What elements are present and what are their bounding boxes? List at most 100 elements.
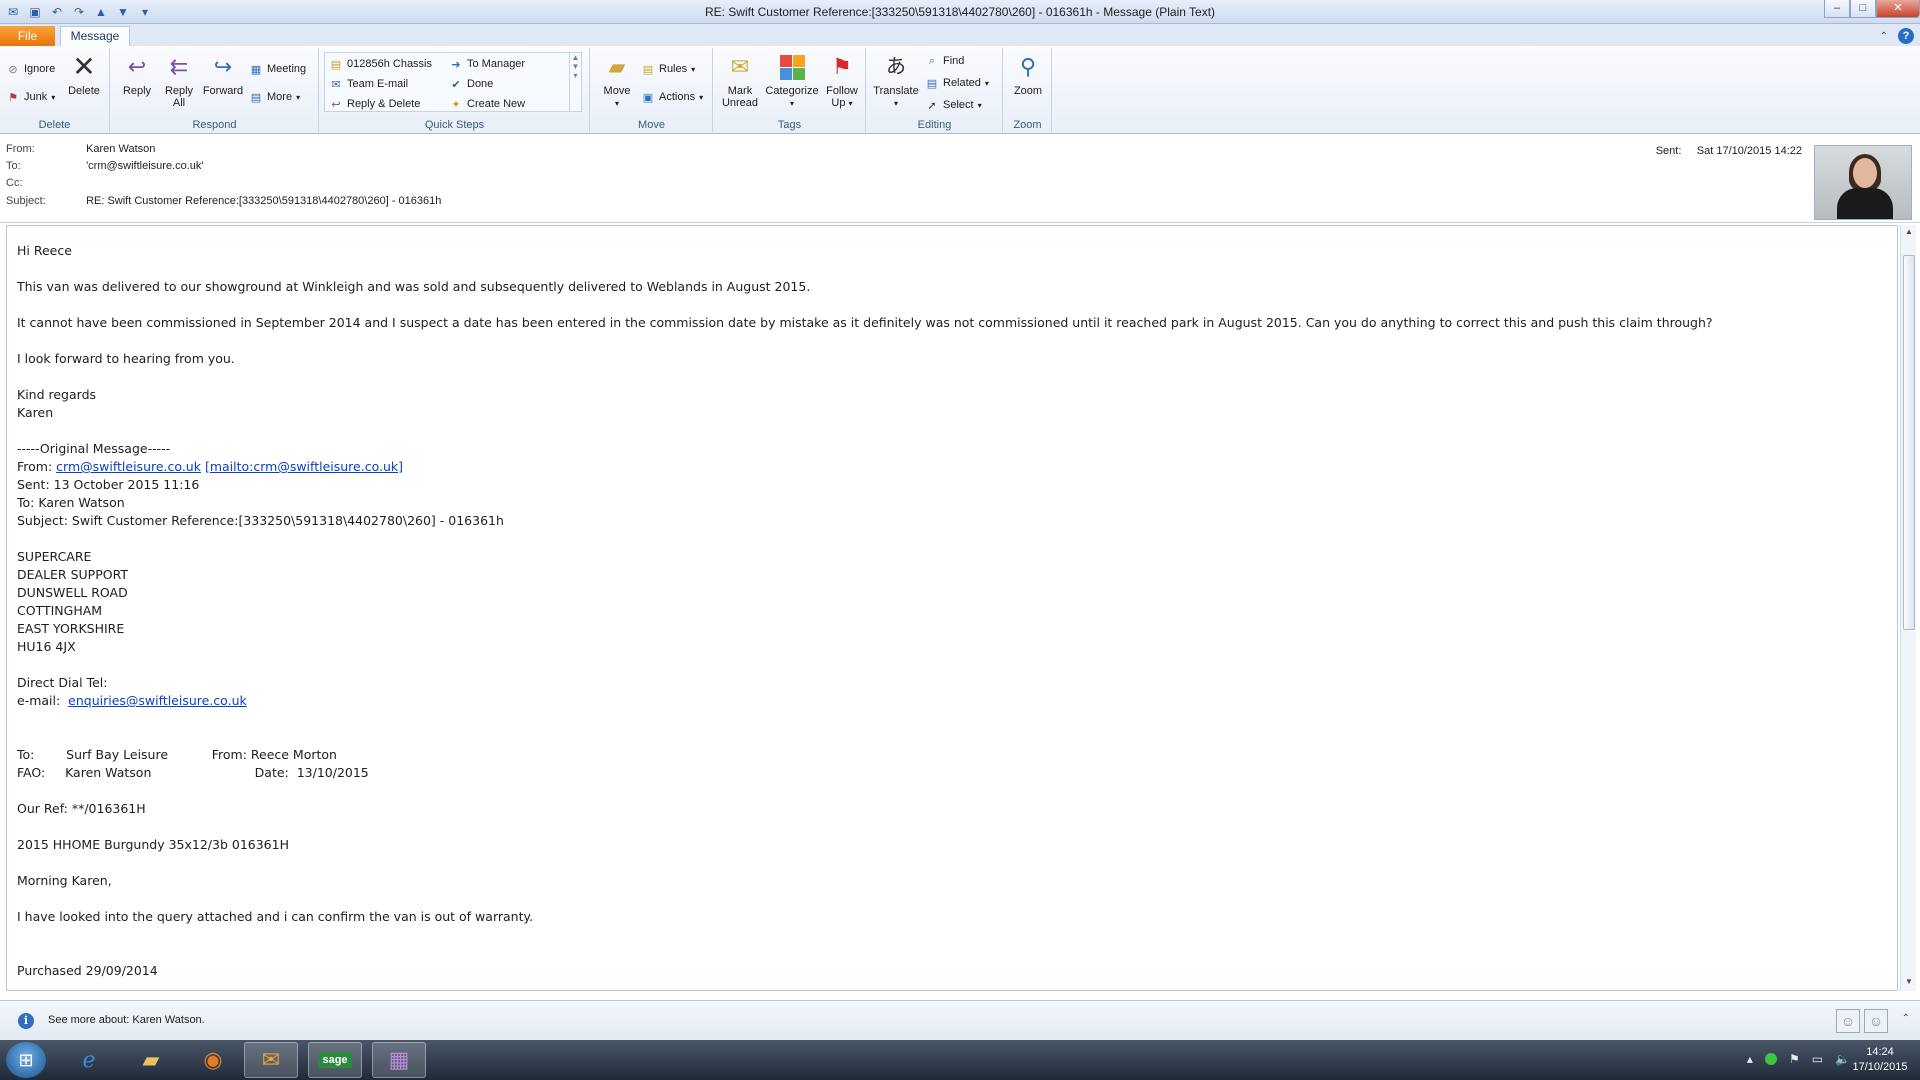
respond-group: ↩ Reply ⇇ Reply All ↪ Forward ▦ Meeting … bbox=[111, 48, 319, 132]
original-mailto-link[interactable]: [mailto:crm@swiftleisure.co.uk] bbox=[205, 459, 403, 474]
related-button[interactable]: ▤ Related ▾ bbox=[925, 74, 989, 92]
delete-group: ⊘ Ignore ⚑ Junk ▾ ✕ Delete Delete bbox=[0, 48, 110, 132]
scroll-up-arrow-icon[interactable]: ▲ bbox=[1903, 227, 1915, 239]
dropdown-arrow-icon: ▾ bbox=[789, 99, 794, 108]
move-button[interactable]: ▰ Move ▾ bbox=[597, 52, 637, 110]
status-green-icon[interactable] bbox=[1764, 1053, 1777, 1065]
related-icon: ▤ bbox=[926, 77, 938, 90]
address-line-2: DEALER SUPPORT bbox=[17, 567, 129, 582]
dropdown-arrow-icon: ▾ bbox=[977, 100, 982, 110]
message-header: From: Karen Watson To: 'crm@swiftleisure… bbox=[0, 135, 1920, 223]
address-line-3: DUNSWELL ROAD bbox=[17, 585, 128, 600]
quick-step-reply-delete[interactable]: ↩ Reply & Delete bbox=[329, 95, 420, 113]
mark-unread-button[interactable]: ✉ Mark Unread bbox=[718, 52, 762, 110]
reply-all-button[interactable]: ⇇ Reply All bbox=[159, 52, 199, 110]
person-icon-2[interactable]: ☺ bbox=[1864, 1009, 1888, 1033]
message-scrollbar[interactable]: ▲ ▼ bbox=[1900, 225, 1916, 991]
minimize-button[interactable]: – bbox=[1824, 0, 1850, 18]
select-button[interactable]: ➚ Select ▾ bbox=[925, 96, 982, 114]
ignore-button[interactable]: ⊘ Ignore bbox=[6, 60, 55, 78]
original-from-link[interactable]: crm@swiftleisure.co.uk bbox=[56, 459, 201, 474]
scroll-down-icon[interactable]: ▼ bbox=[570, 62, 581, 71]
fao-date-line: FAO: Karen Watson Date: 13/10/2015 bbox=[17, 765, 369, 780]
translate-button[interactable]: あ Translate ▾ bbox=[871, 52, 921, 110]
network-icon[interactable]: ▭ bbox=[1812, 1052, 1823, 1066]
more-respond-button[interactable]: ▤ More ▾ bbox=[249, 88, 300, 106]
quick-step-chassis[interactable]: ▤ 012856h Chassis bbox=[329, 55, 432, 73]
show-hidden-icons-icon[interactable]: ▴ bbox=[1747, 1052, 1753, 1066]
start-button[interactable]: ⊞ bbox=[6, 1042, 46, 1078]
maximize-button[interactable]: □ bbox=[1850, 0, 1876, 18]
close-button[interactable]: ✕ bbox=[1876, 0, 1920, 18]
sender-photo[interactable] bbox=[1814, 145, 1912, 220]
person-icon[interactable]: ☺ bbox=[1836, 1009, 1860, 1033]
model-line: 2015 HHOME Burgundy 35x12/3b 016361H bbox=[17, 837, 289, 852]
quick-step-create-new[interactable]: ✦ Create New bbox=[449, 95, 525, 113]
action-center-flag-icon[interactable]: ⚑ bbox=[1789, 1052, 1800, 1066]
rules-icon: ▤ bbox=[642, 63, 654, 76]
help-icon[interactable]: ? bbox=[1898, 28, 1914, 44]
message-body-pane[interactable]: Hi Reece This van was delivered to our s… bbox=[6, 225, 1898, 991]
forward-icon: ↪ bbox=[213, 54, 233, 79]
subject-row: Subject: RE: Swift Customer Reference:[3… bbox=[6, 195, 442, 207]
tags-group: ✉ Mark Unread Categorize ▾ ⚑ Follow Up ▾… bbox=[714, 48, 866, 132]
email-line: e-mail: enquiries@swiftleisure.co.uk bbox=[17, 693, 247, 708]
quick-step-done[interactable]: ✔ Done bbox=[449, 75, 493, 93]
to-row: To: 'crm@swiftleisure.co.uk' bbox=[6, 160, 204, 172]
editing-group: あ Translate ▾ ⌕ Find ▤ Related ▾ ➚ Selec… bbox=[867, 48, 1003, 132]
photo-face bbox=[1853, 158, 1877, 188]
dropdown-arrow-icon: ▾ bbox=[699, 92, 704, 102]
ribbon-tabs: File Message ⌃ ? bbox=[0, 24, 1920, 47]
categorize-button[interactable]: Categorize ▾ bbox=[764, 52, 820, 110]
find-button[interactable]: ⌕ Find bbox=[925, 52, 965, 70]
follow-up-button[interactable]: ⚑ Follow Up ▾ bbox=[822, 52, 862, 110]
expand-people-pane-icon[interactable]: ⌃ bbox=[1902, 1013, 1910, 1024]
outlook-taskbar-icon[interactable]: ✉ bbox=[244, 1042, 298, 1078]
meeting-button[interactable]: ▦ Meeting bbox=[249, 60, 306, 78]
reply-icon: ↩ bbox=[127, 54, 147, 79]
message-body: Hi Reece This van was delivered to our s… bbox=[17, 242, 1877, 980]
group-label-editing: Editing bbox=[917, 119, 952, 131]
tab-message[interactable]: Message bbox=[60, 26, 130, 47]
expand-gallery-icon[interactable]: ▾ bbox=[570, 71, 581, 80]
app-grid-taskbar-icon[interactable]: ▦ bbox=[372, 1042, 426, 1078]
taskbar: ⊞ ℯ ▰ ◉ ✉ sage ▦ ▴ ⚑ ▭ 🔈 14:24 17/10/201… bbox=[0, 1040, 1920, 1080]
body-paragraph-1: This van was delivered to our showground… bbox=[17, 279, 811, 294]
minimize-ribbon-icon[interactable]: ⌃ bbox=[1880, 31, 1888, 42]
sage-taskbar-icon[interactable]: sage bbox=[308, 1042, 362, 1078]
group-label-tags: Tags bbox=[777, 119, 802, 131]
scroll-up-icon[interactable]: ▲ bbox=[570, 53, 581, 62]
clock-time: 14:24 bbox=[1866, 1046, 1894, 1058]
scroll-down-arrow-icon[interactable]: ▼ bbox=[1903, 977, 1915, 989]
file-explorer-icon[interactable]: ▰ bbox=[124, 1042, 178, 1078]
internet-explorer-icon[interactable]: ℯ bbox=[62, 1042, 116, 1078]
enquiries-email-link[interactable]: enquiries@swiftleisure.co.uk bbox=[68, 693, 247, 708]
quick-steps-scrollbar[interactable]: ▲ ▼ ▾ bbox=[569, 53, 581, 111]
photo-body bbox=[1837, 188, 1893, 219]
scrollbar-thumb[interactable] bbox=[1903, 255, 1915, 630]
team-email-icon: ✉ bbox=[331, 78, 341, 91]
delete-button[interactable]: ✕ Delete bbox=[64, 51, 104, 98]
magnifier-icon: ⚲ bbox=[1019, 54, 1037, 79]
rules-button[interactable]: ▤ Rules ▾ bbox=[641, 60, 695, 78]
forward-button[interactable]: ↪ Forward bbox=[201, 52, 245, 98]
zoom-button[interactable]: ⚲ Zoom bbox=[1008, 52, 1048, 98]
quick-step-team-email[interactable]: ✉ Team E-mail bbox=[329, 75, 408, 93]
to-value[interactable]: 'crm@swiftleisure.co.uk' bbox=[86, 160, 203, 172]
taskbar-clock[interactable]: 14:24 17/10/2015 bbox=[1852, 1045, 1908, 1075]
dropdown-arrow-icon: ▾ bbox=[984, 78, 989, 88]
delete-x-icon: ✕ bbox=[72, 51, 96, 82]
quick-step-to-manager[interactable]: ➜ To Manager bbox=[449, 55, 525, 73]
junk-button[interactable]: ⚑ Junk ▾ bbox=[6, 88, 55, 106]
reply-button[interactable]: ↩ Reply bbox=[117, 52, 157, 98]
volume-icon[interactable]: 🔈 bbox=[1835, 1052, 1850, 1066]
group-label-delete: Delete bbox=[38, 119, 71, 131]
firefox-icon[interactable]: ◉ bbox=[186, 1042, 240, 1078]
people-pane-text[interactable]: See more about: Karen Watson. bbox=[48, 1014, 205, 1026]
from-value[interactable]: Karen Watson bbox=[86, 143, 155, 155]
original-sent-line: Sent: 13 October 2015 11:16 bbox=[17, 477, 200, 492]
dropdown-arrow-icon: ▾ bbox=[691, 64, 696, 74]
actions-button[interactable]: ▣ Actions ▾ bbox=[641, 88, 703, 106]
tab-file[interactable]: File bbox=[0, 26, 55, 46]
create-new-icon: ✦ bbox=[451, 98, 461, 111]
